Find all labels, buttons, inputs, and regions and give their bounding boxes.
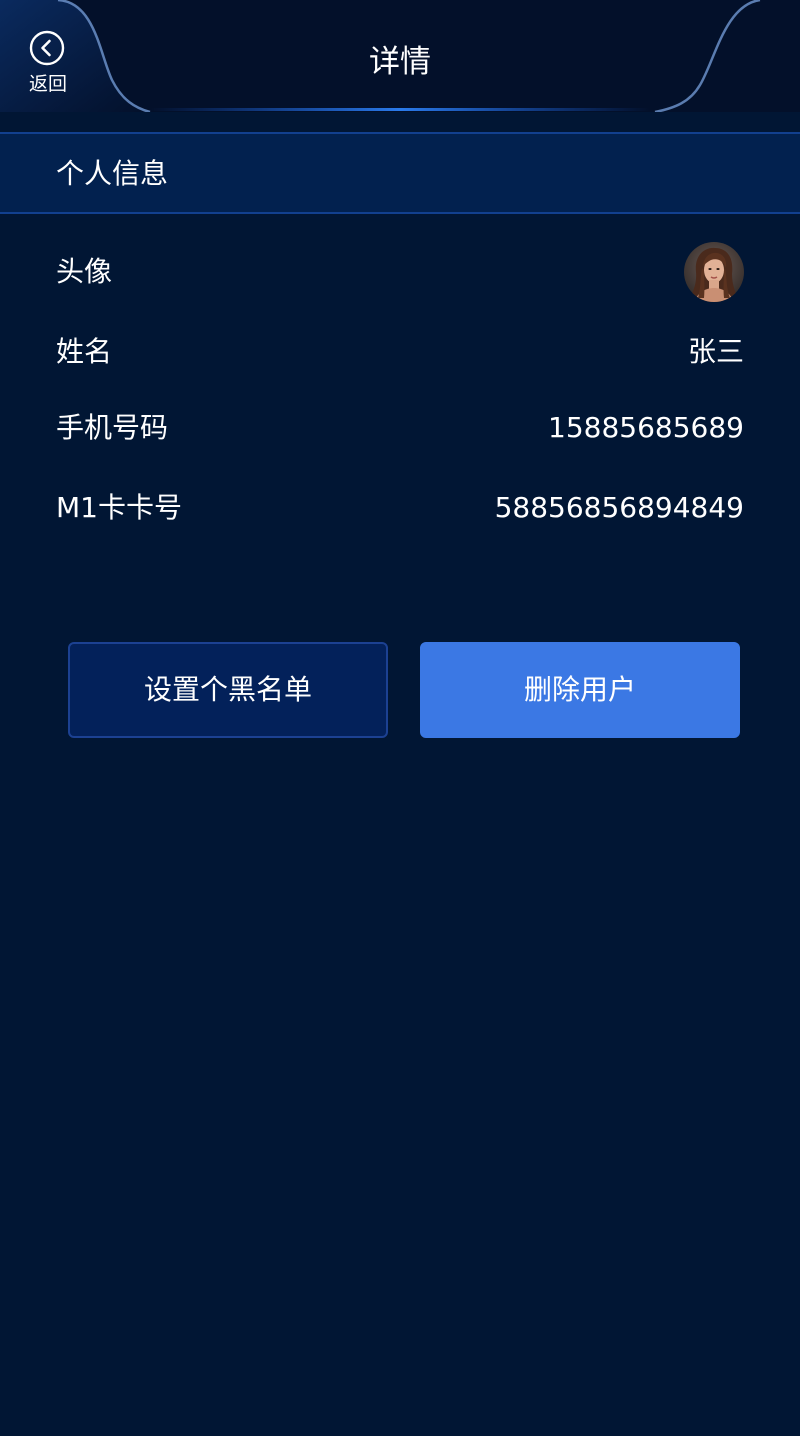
phone-label: 手机号码 (56, 411, 169, 444)
card-number-row: M1卡卡号 58856856894849 (56, 478, 744, 538)
detail-page: 返回 详情 个人信息 头像 姓名 张三 手机号码 15885685689 M1卡… (0, 0, 800, 1436)
phone-row: 手机号码 15885685689 (56, 398, 744, 458)
section-title: 个人信息 (56, 157, 169, 190)
avatar-image (684, 242, 744, 302)
delete-user-button[interactable]: 删除用户 (420, 642, 740, 738)
avatar[interactable] (684, 242, 744, 302)
phone-value: 15885685689 (548, 411, 744, 444)
avatar-row: 头像 (56, 242, 744, 302)
name-label: 姓名 (56, 335, 113, 368)
back-label: 返回 (28, 73, 67, 95)
name-value: 张三 (687, 335, 744, 368)
chevron-left-circle-icon (29, 30, 65, 66)
personal-info-section-header: 个人信息 (0, 132, 800, 214)
top-bar: 返回 详情 (0, 0, 800, 132)
set-blacklist-button[interactable]: 设置个黑名单 (68, 642, 388, 738)
card-number-label: M1卡卡号 (56, 491, 182, 524)
page-title: 详情 (369, 44, 431, 80)
back-button[interactable]: 返回 (18, 28, 78, 100)
card-number-value: 58856856894849 (494, 491, 744, 524)
avatar-label: 头像 (56, 255, 113, 288)
name-row: 姓名 张三 (56, 322, 744, 382)
